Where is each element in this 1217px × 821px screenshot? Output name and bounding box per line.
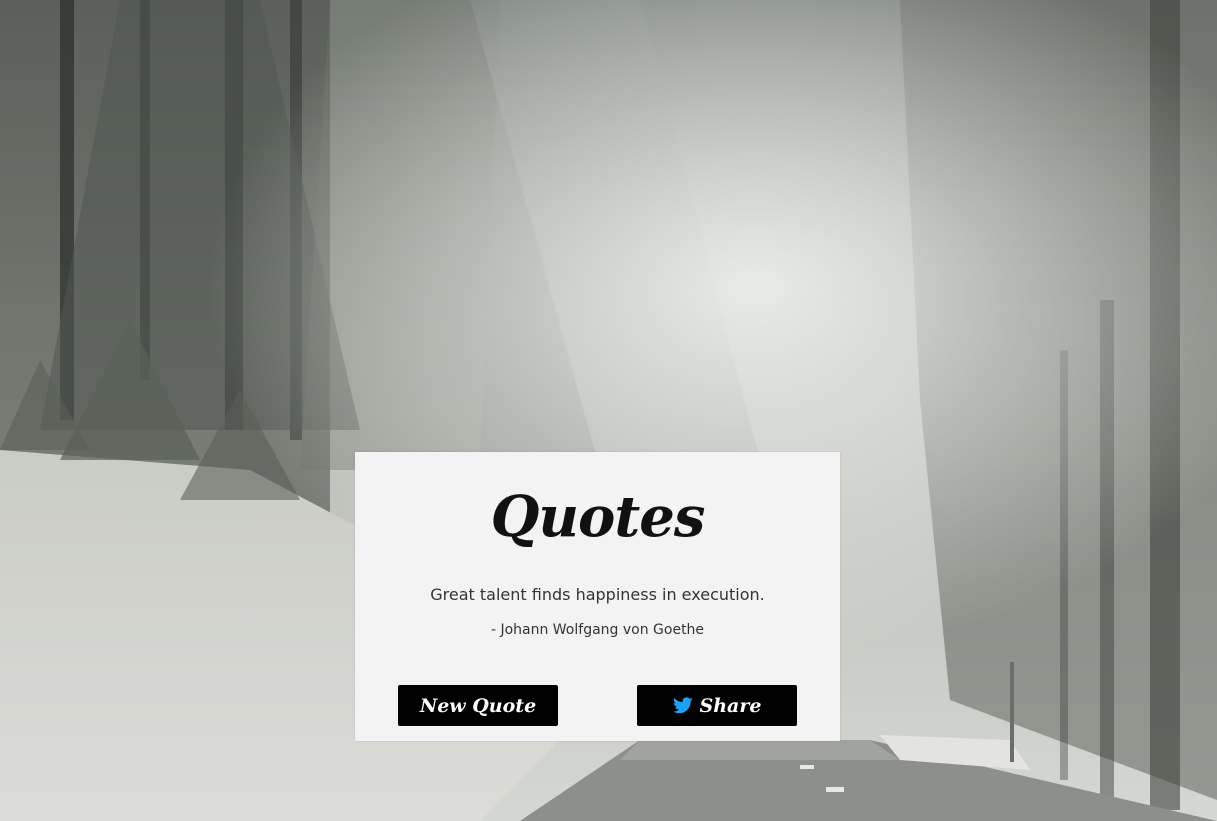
new-quote-button[interactable]: New Quote (398, 685, 558, 726)
share-label: Share (699, 694, 762, 717)
twitter-bird-icon (672, 697, 693, 714)
quote-card: Quotes Great talent finds happiness in e… (355, 452, 840, 741)
quote-author: - Johann Wolfgang von Goethe (490, 622, 705, 638)
share-button[interactable]: Share (637, 685, 797, 726)
page-title: Quotes (490, 484, 706, 550)
new-quote-label: New Quote (419, 694, 537, 717)
quote-text: Great talent finds happiness in executio… (430, 585, 765, 604)
background-photo: Quotes Great talent finds happiness in e… (0, 0, 1217, 821)
